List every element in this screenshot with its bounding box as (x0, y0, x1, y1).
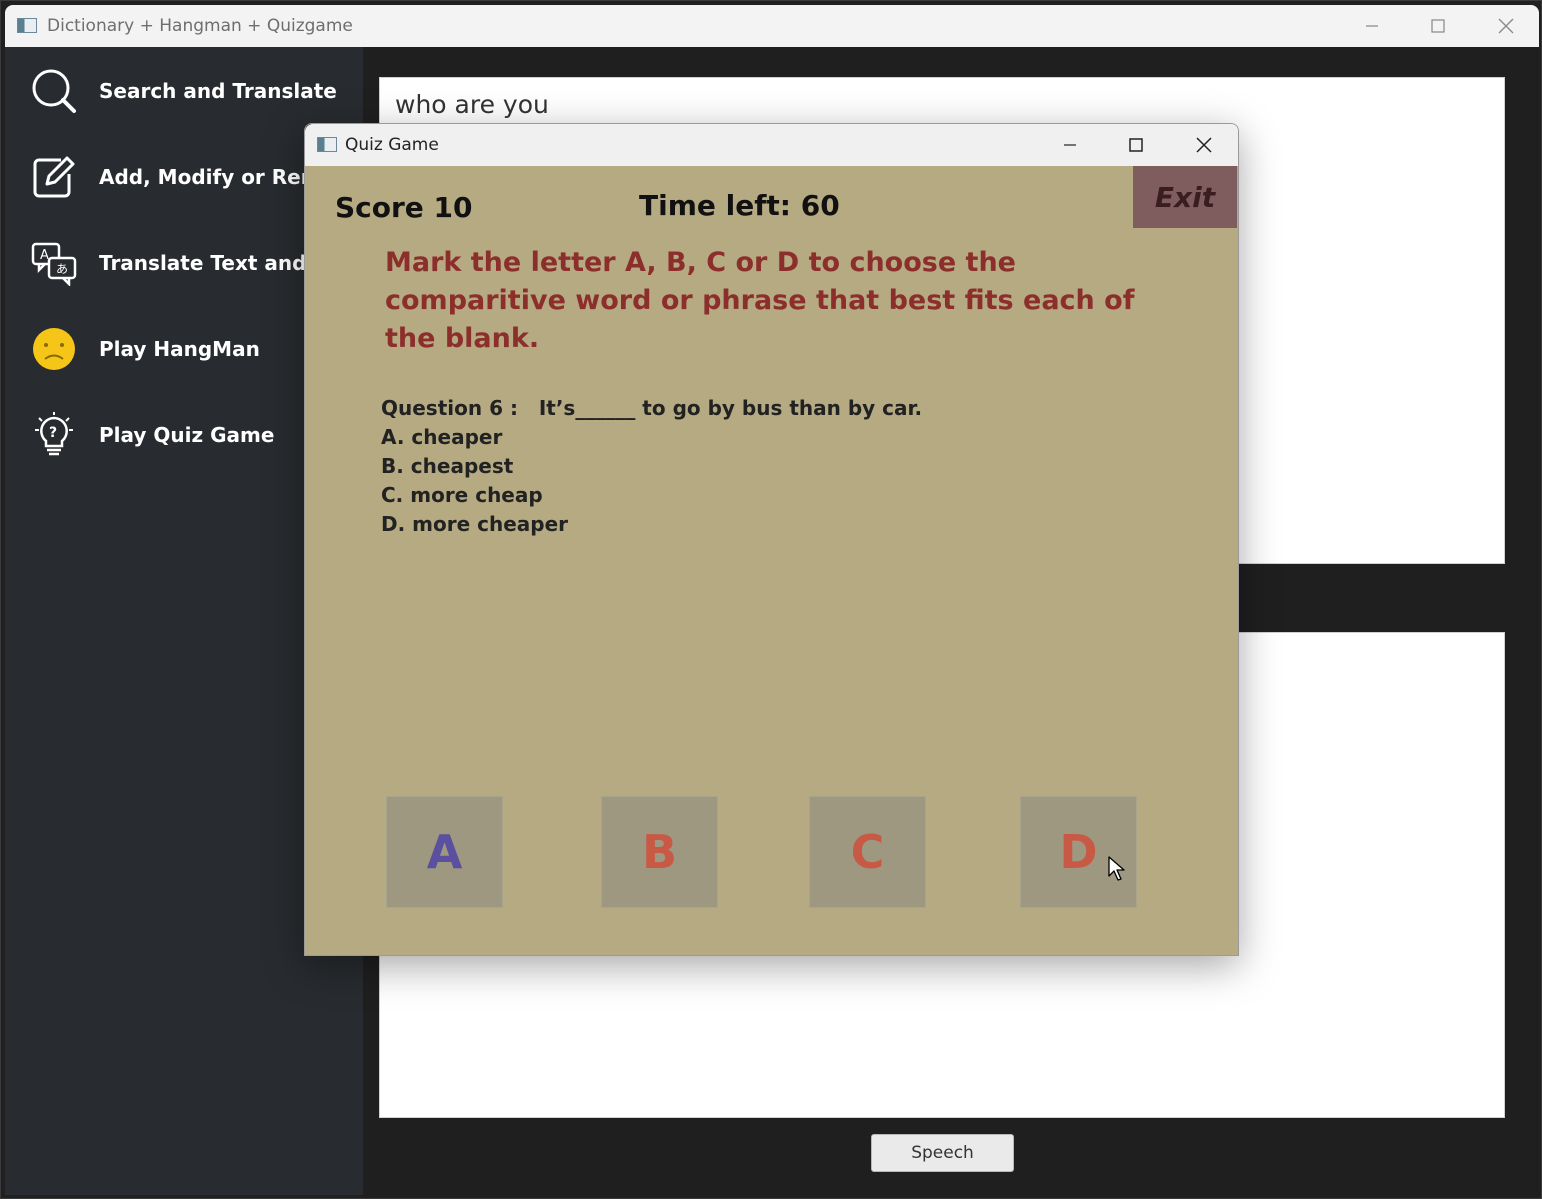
minimize-icon[interactable] (1349, 5, 1395, 47)
edit-icon (31, 154, 77, 200)
sidebar-item-label: Play Quiz Game (99, 423, 275, 447)
main-window-title: Dictionary + Hangman + Quizgame (47, 16, 353, 36)
search-icon (31, 68, 77, 114)
mouse-cursor-icon (1108, 856, 1125, 881)
sad-face-icon (31, 326, 77, 372)
search-input-value: who are you (395, 90, 549, 119)
score-label: Score 10 (335, 191, 473, 224)
quiz-game-dialog: Quiz Game Score 10 Time left: 60 Exit Ma… (304, 123, 1239, 956)
main-titlebar: Dictionary + Hangman + Quizgame (5, 5, 1539, 47)
option-text: C. more cheap (381, 483, 543, 507)
answer-d-button[interactable]: D (1020, 796, 1137, 908)
quiz-body: Score 10 Time left: 60 Exit Mark the let… (305, 166, 1238, 955)
sidebar-item-search-translate[interactable]: Search and Translate (5, 61, 363, 121)
lightbulb-question-icon: ? (31, 412, 77, 458)
quiz-window-title: Quiz Game (345, 135, 439, 155)
minimize-icon[interactable] (1047, 124, 1093, 166)
close-icon[interactable] (1181, 124, 1227, 166)
app-window-icon (17, 18, 37, 33)
svg-text:A: A (40, 248, 49, 263)
translate-icon: Aあ (31, 240, 77, 286)
answer-c-button[interactable]: C (809, 796, 926, 908)
option-text: A. cheaper (381, 425, 503, 449)
answer-b-button[interactable]: B (601, 796, 718, 908)
exit-button[interactable]: Exit (1133, 166, 1237, 228)
quiz-window-icon (317, 137, 337, 152)
svg-text:あ: あ (56, 262, 68, 276)
time-left-label: Time left: 60 (639, 189, 840, 222)
sidebar-item-label: Search and Translate (99, 79, 337, 103)
option-text: D. more cheaper (381, 512, 569, 536)
option-text: B. cheapest (381, 454, 514, 478)
maximize-icon[interactable] (1415, 5, 1461, 47)
quiz-instruction: Mark the letter A, B, C or D to choose t… (385, 247, 1135, 354)
svg-text:?: ? (49, 425, 57, 441)
answer-a-button[interactable]: A (386, 796, 503, 908)
quiz-titlebar: Quiz Game (305, 124, 1238, 166)
question-text: Question 6 : It’s______ to go by bus tha… (381, 396, 923, 420)
question-block: Question 6 : It’s______ to go by bus tha… (381, 394, 922, 539)
close-icon[interactable] (1483, 5, 1529, 47)
sidebar-item-label: Play HangMan (99, 337, 260, 361)
maximize-icon[interactable] (1113, 124, 1159, 166)
speech-button[interactable]: Speech (871, 1134, 1014, 1172)
